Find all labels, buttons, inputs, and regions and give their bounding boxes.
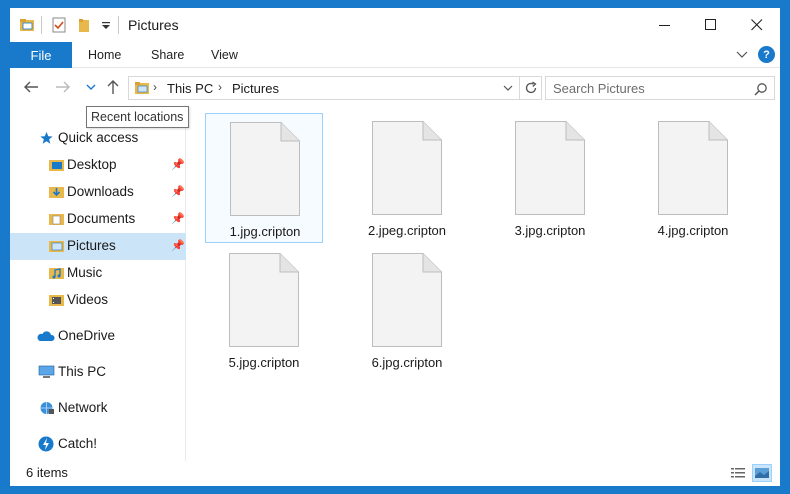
customize-dropdown-icon[interactable]: [98, 17, 114, 33]
breadcrumb-separator-icon[interactable]: ›: [218, 80, 222, 94]
sidebar-item-label: OneDrive: [58, 328, 116, 343]
new-folder-icon[interactable]: [76, 17, 92, 33]
sidebar-item-label: Quick access: [58, 130, 139, 145]
expand-ribbon-chevron-icon[interactable]: [735, 47, 749, 61]
tab-share[interactable]: Share: [151, 48, 184, 62]
refresh-icon: [525, 81, 537, 94]
folder-properties-icon[interactable]: [19, 17, 35, 33]
item-count: 6 items: [26, 465, 68, 480]
pictures-folder-icon: [49, 241, 64, 252]
file-item[interactable]: 5.jpg.cripton: [205, 245, 323, 375]
sidebar-item-desktop[interactable]: Desktop 📌: [10, 152, 186, 179]
ribbon-tabs: File Home Share View ?: [10, 42, 780, 68]
close-icon: [751, 19, 763, 31]
sidebar-item-label: Videos: [67, 292, 109, 307]
help-button[interactable]: ?: [758, 46, 775, 63]
computer-icon: [38, 365, 55, 378]
forward-arrow-icon[interactable]: [55, 80, 71, 94]
sidebar-item-label: Music: [67, 265, 103, 280]
close-button[interactable]: [734, 8, 780, 42]
file-item[interactable]: 1.jpg.cripton: [205, 113, 323, 243]
sidebar-item-label: Documents: [67, 211, 136, 226]
desktop-folder-icon: [49, 160, 64, 171]
maximize-button[interactable]: [688, 8, 734, 42]
maximize-icon: [705, 19, 716, 30]
pictures-folder-icon: [135, 82, 149, 94]
sidebar-item-network[interactable]: Network: [10, 395, 186, 422]
sidebar-item-label: Desktop: [67, 157, 117, 172]
blank-document-icon: [658, 121, 728, 215]
status-bar: 6 items: [10, 461, 780, 486]
onedrive-cloud-icon: [37, 331, 55, 341]
file-name: 6.jpg.cripton: [371, 355, 443, 370]
sidebar-item-quick-access[interactable]: Quick access: [10, 125, 186, 152]
navigation-bar: › This PC › Pictures Search Pictures: [10, 69, 780, 105]
search-icon[interactable]: [754, 82, 768, 96]
recent-locations-chevron-icon[interactable]: [86, 82, 96, 92]
search-box[interactable]: Search Pictures: [545, 76, 775, 100]
navigation-pane: Quick access Desktop 📌 Downloads 📌 Docum…: [10, 105, 186, 461]
address-bar[interactable]: › This PC › Pictures: [128, 76, 520, 100]
blank-document-icon: [372, 121, 442, 215]
up-arrow-icon[interactable]: [106, 79, 120, 95]
checkmark-properties-icon[interactable]: [51, 17, 67, 33]
recent-locations-tooltip: Recent locations: [86, 106, 189, 128]
documents-folder-icon: [49, 214, 64, 225]
breadcrumb-this-pc[interactable]: This PC: [167, 81, 213, 96]
tab-home[interactable]: Home: [88, 48, 121, 62]
file-name: 2.jpeg.cripton: [367, 223, 447, 238]
file-item[interactable]: 4.jpg.cripton: [634, 113, 752, 243]
tab-file[interactable]: File: [10, 42, 72, 68]
back-arrow-icon[interactable]: [23, 80, 39, 94]
star-icon: [40, 131, 53, 144]
window-title: Pictures: [128, 17, 179, 33]
minimize-icon: [659, 25, 670, 26]
sidebar-item-downloads[interactable]: Downloads 📌: [10, 179, 186, 206]
file-name: 5.jpg.cripton: [228, 355, 300, 370]
videos-folder-icon: [49, 295, 64, 306]
refresh-button[interactable]: [520, 76, 542, 100]
blank-document-icon: [372, 253, 442, 347]
downloads-folder-icon: [49, 187, 64, 198]
pin-icon[interactable]: 📌: [171, 212, 185, 225]
sidebar-item-label: Downloads: [67, 184, 134, 199]
tab-view[interactable]: View: [211, 48, 238, 62]
sidebar-item-pictures[interactable]: Pictures 📌: [10, 233, 186, 260]
catch-app-icon: [38, 436, 54, 452]
breadcrumb-separator-icon[interactable]: ›: [153, 80, 157, 94]
sidebar-item-label: Network: [58, 400, 108, 415]
sidebar-item-catch[interactable]: Catch!: [10, 431, 186, 458]
file-item[interactable]: 3.jpg.cripton: [491, 113, 609, 243]
address-dropdown-icon[interactable]: [503, 85, 513, 93]
minimize-button[interactable]: [642, 8, 688, 42]
file-view: 1.jpg.cripton 2.jpeg.cripton 3.jpg.cript…: [187, 105, 780, 461]
sidebar-item-label: Pictures: [67, 238, 116, 253]
sidebar-item-videos[interactable]: Videos: [10, 287, 186, 314]
pin-icon[interactable]: 📌: [171, 239, 185, 252]
file-name: 4.jpg.cripton: [657, 223, 729, 238]
file-item[interactable]: 2.jpeg.cripton: [348, 113, 466, 243]
breadcrumb-pictures[interactable]: Pictures: [232, 81, 279, 96]
sidebar-item-documents[interactable]: Documents 📌: [10, 206, 186, 233]
title-bar: Pictures: [10, 8, 780, 42]
sidebar-item-label: Catch!: [58, 436, 98, 451]
network-icon: [40, 402, 54, 414]
blank-document-icon: [229, 253, 299, 347]
sidebar-item-label: This PC: [58, 364, 107, 379]
file-name: 3.jpg.cripton: [514, 223, 586, 238]
sidebar-item-onedrive[interactable]: OneDrive: [10, 323, 186, 350]
large-icons-view-icon[interactable]: [752, 464, 772, 482]
search-input[interactable]: Search Pictures: [553, 81, 645, 96]
file-name: 1.jpg.cripton: [229, 224, 301, 239]
pin-icon[interactable]: 📌: [171, 185, 185, 198]
blank-document-icon: [515, 121, 585, 215]
file-item[interactable]: 6.jpg.cripton: [348, 245, 466, 375]
sidebar-item-music[interactable]: Music: [10, 260, 186, 287]
blank-document-icon: [230, 122, 300, 216]
explorer-window: Pictures File Home Share View ? › This P…: [10, 8, 780, 486]
details-view-icon[interactable]: [728, 464, 748, 482]
sidebar-item-this-pc[interactable]: This PC: [10, 359, 186, 386]
music-folder-icon: [49, 268, 64, 279]
pin-icon[interactable]: 📌: [171, 158, 185, 171]
